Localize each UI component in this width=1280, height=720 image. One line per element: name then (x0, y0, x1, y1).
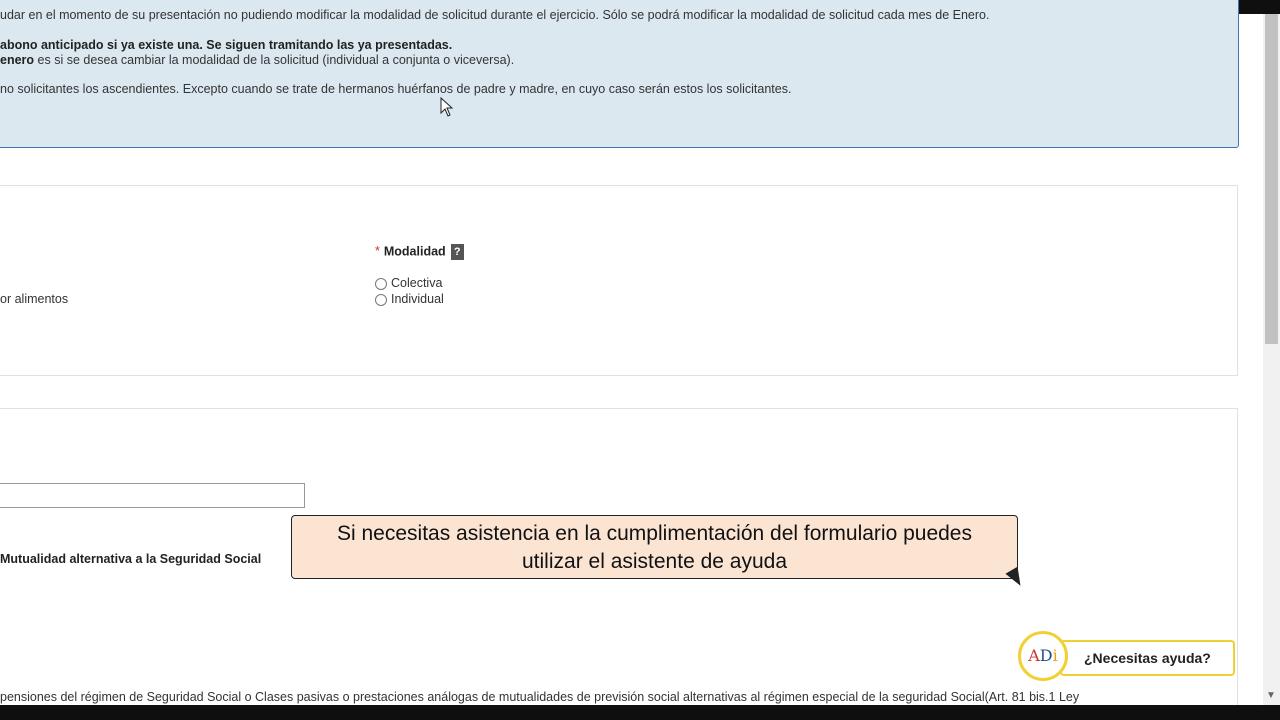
radio-individual[interactable]: Individual (375, 292, 444, 306)
info-notice-box (0, 0, 1239, 148)
radio-colectiva[interactable]: Colectiva (375, 276, 442, 290)
scroll-thumb[interactable] (1265, 14, 1278, 344)
modalidad-panel (0, 185, 1238, 376)
adi-logo-icon[interactable]: ADi (1018, 631, 1068, 681)
vertical-scrollbar[interactable]: ▼ (1263, 14, 1280, 705)
radio-button-icon[interactable] (375, 277, 387, 290)
scroll-down-arrow-icon[interactable]: ▼ (1266, 690, 1276, 701)
info-line-1: abono anticipado si ya existe una. Se si… (0, 38, 453, 52)
info-line-2: enero es si se desea cambiar la modalida… (0, 53, 515, 67)
radio-button-icon[interactable] (375, 293, 387, 306)
tooltip-line-2: utilizar el asistente de ayuda (522, 550, 787, 573)
mutualidad-label: Mutualidad alternativa a la Seguridad So… (0, 552, 262, 566)
tooltip-line-1: Si necesitas asistencia en la cumpliment… (336, 522, 972, 545)
bottom-black-bar (0, 705, 1280, 720)
pensiones-text: pensiones del régimen de Seguridad Socia… (0, 690, 1080, 704)
text-input-field[interactable] (0, 483, 305, 508)
required-asterisk: * (375, 244, 380, 259)
info-line-3: no solicitantes los ascendientes. Except… (0, 82, 792, 96)
help-question-icon[interactable]: ? (450, 244, 464, 260)
mouse-cursor-icon (440, 96, 454, 117)
help-button[interactable]: ¿Necesitas ayuda? (1060, 640, 1235, 676)
alimentos-label: or alimentos (0, 292, 69, 306)
modalidad-label: * Modalidad? (375, 244, 464, 260)
info-line-cut: udar en el momento de su presentación no… (0, 8, 990, 22)
assistant-tooltip: Si necesitas asistencia en la cumpliment… (291, 515, 1018, 579)
